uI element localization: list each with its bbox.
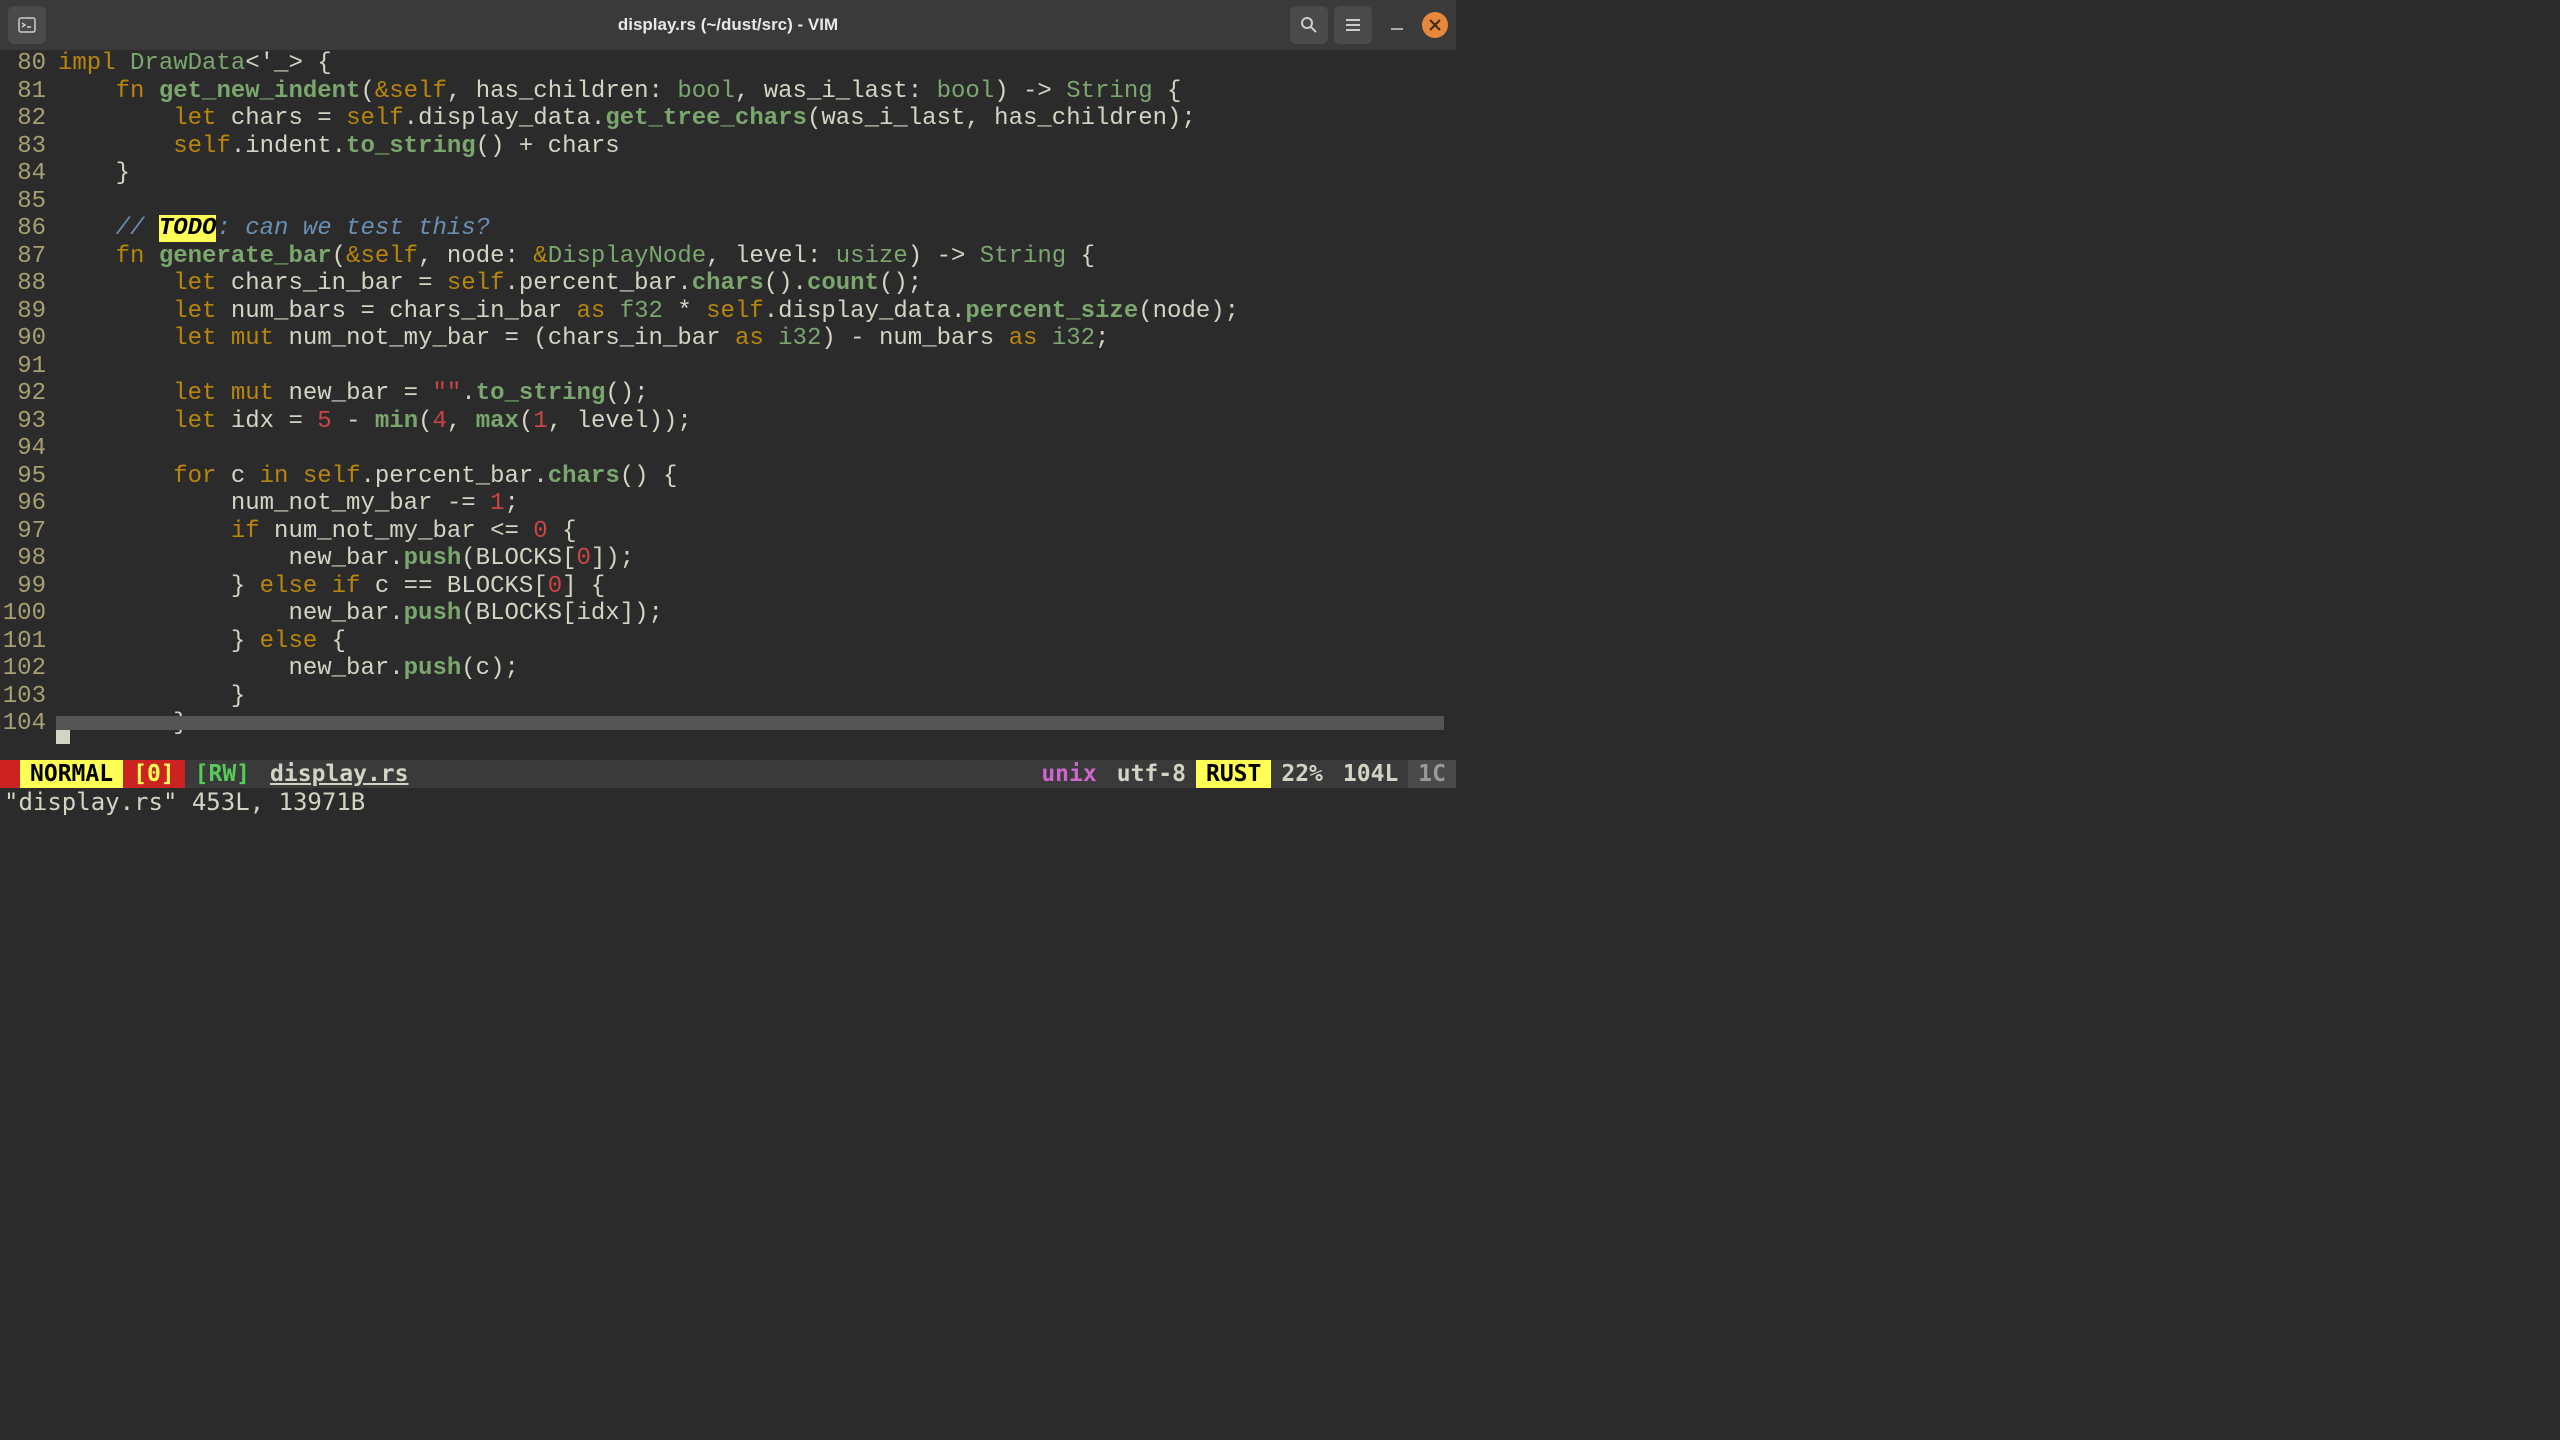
code-line: impl DrawData<'_> { [58, 50, 1456, 78]
line-number: 102 [0, 655, 46, 683]
line-number: 103 [0, 683, 46, 711]
line-number: 85 [0, 188, 46, 216]
minimize-icon [1389, 17, 1405, 33]
code-line [58, 353, 1456, 381]
line-number: 93 [0, 408, 46, 436]
code-line: let chars_in_bar = self.percent_bar.char… [58, 270, 1456, 298]
line-number: 84 [0, 160, 46, 188]
code-line: self.indent.to_string() + chars [58, 133, 1456, 161]
code-line [58, 435, 1456, 463]
code-line: fn get_new_indent(&self, has_children: b… [58, 78, 1456, 106]
message-line: "display.rs" 453L, 13971B [0, 788, 1456, 816]
status-spacer [419, 760, 1032, 788]
search-button[interactable] [1290, 6, 1328, 44]
line-number: 81 [0, 78, 46, 106]
line-number: 99 [0, 573, 46, 601]
line-number: 83 [0, 133, 46, 161]
horizontal-scrollbar[interactable] [56, 716, 1444, 730]
code-line: fn generate_bar(&self, node: &DisplayNod… [58, 243, 1456, 271]
encoding: utf-8 [1107, 760, 1196, 788]
window-title: display.rs (~/dust/src) - VIM [618, 15, 838, 35]
code-line: } [58, 683, 1456, 711]
code-line: new_bar.push(BLOCKS[idx]); [58, 600, 1456, 628]
line-number: 96 [0, 490, 46, 518]
terminal-icon [17, 15, 37, 35]
column-number: 1C [1408, 760, 1456, 788]
line-number: 87 [0, 243, 46, 271]
code-content[interactable]: impl DrawData<'_> { fn get_new_indent(&s… [52, 50, 1456, 738]
line-number: 88 [0, 270, 46, 298]
line-number: 104 [0, 710, 46, 738]
line-number: 100 [0, 600, 46, 628]
readwrite-flag: [RW] [185, 760, 260, 788]
line-number: 95 [0, 463, 46, 491]
line-number: 82 [0, 105, 46, 133]
search-icon [1300, 16, 1318, 34]
code-line: for c in self.percent_bar.chars() { [58, 463, 1456, 491]
code-line: if num_not_my_bar <= 0 { [58, 518, 1456, 546]
scroll-percent: 22% [1271, 760, 1333, 788]
line-number-gutter: 80 81 82 83 84 85 86 87 88 89 90 91 92 9… [0, 50, 52, 738]
filename: display.rs [260, 760, 418, 788]
titlebar: display.rs (~/dust/src) - VIM [0, 0, 1456, 50]
code-line: // TODO: can we test this? [58, 215, 1456, 243]
close-button[interactable] [1422, 12, 1448, 38]
line-number: 80 [0, 50, 46, 78]
code-line: new_bar.push(BLOCKS[0]); [58, 545, 1456, 573]
status-line: NORMAL [0] [RW] display.rs unix utf-8 RU… [0, 760, 1456, 788]
menu-button[interactable] [1334, 6, 1372, 44]
line-number: 97 [0, 518, 46, 546]
line-number: 94 [0, 435, 46, 463]
line-number: 92 [0, 380, 46, 408]
hamburger-icon [1344, 16, 1362, 34]
code-line: let chars = self.display_data.get_tree_c… [58, 105, 1456, 133]
fileformat: unix [1031, 760, 1106, 788]
status-marker [0, 760, 20, 788]
line-number: 91 [0, 353, 46, 381]
line-count: 104L [1333, 760, 1408, 788]
vim-mode: NORMAL [20, 760, 123, 788]
line-number: 86 [0, 215, 46, 243]
code-line: let idx = 5 - min(4, max(1, level)); [58, 408, 1456, 436]
filetype: RUST [1196, 760, 1271, 788]
code-line: num_not_my_bar -= 1; [58, 490, 1456, 518]
line-number: 89 [0, 298, 46, 326]
code-line [58, 188, 1456, 216]
code-line: let mut num_not_my_bar = (chars_in_bar a… [58, 325, 1456, 353]
code-line: let num_bars = chars_in_bar as f32 * sel… [58, 298, 1456, 326]
line-number: 101 [0, 628, 46, 656]
code-line: new_bar.push(c); [58, 655, 1456, 683]
buffer-number: [0] [123, 760, 185, 788]
code-line: } else if c == BLOCKS[0] { [58, 573, 1456, 601]
line-number: 98 [0, 545, 46, 573]
editor-area[interactable]: 80 81 82 83 84 85 86 87 88 89 90 91 92 9… [0, 50, 1456, 738]
app-icon-button[interactable] [8, 6, 46, 44]
minimize-button[interactable] [1384, 12, 1410, 38]
code-line: } else { [58, 628, 1456, 656]
code-line: let mut new_bar = "".to_string(); [58, 380, 1456, 408]
close-icon [1429, 19, 1441, 31]
code-line: } [58, 160, 1456, 188]
line-number: 90 [0, 325, 46, 353]
